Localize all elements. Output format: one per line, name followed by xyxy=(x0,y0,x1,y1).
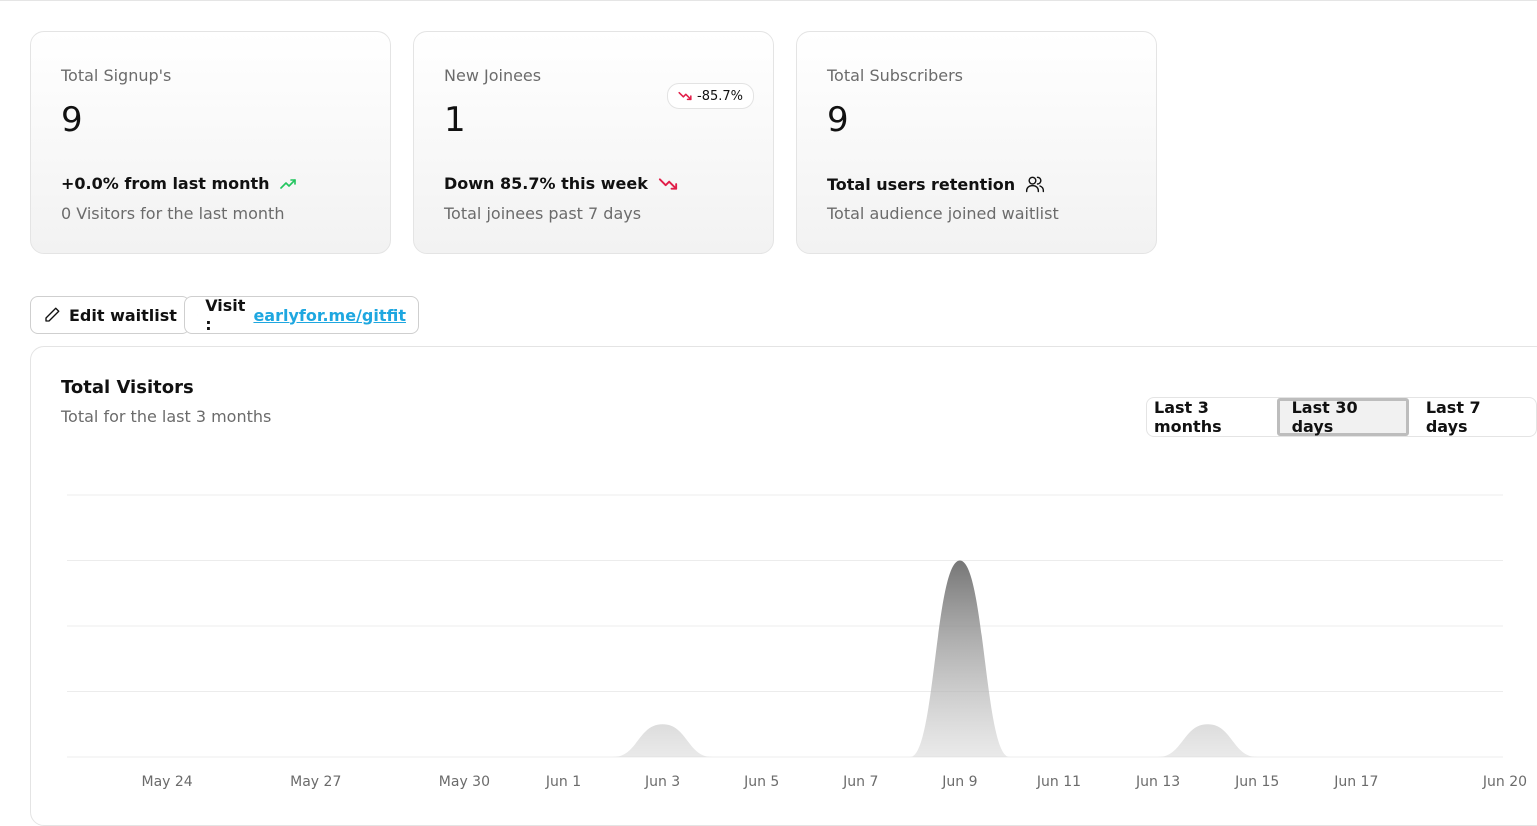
visitors-area-chart: May 24 May 27 May 30 Jun 1 Jun 3 Jun 5 Jun 7 Ju… xyxy=(0,0,1537,798)
x-tick-label: Jun 1 xyxy=(545,774,581,790)
x-tick-label: Jun 13 xyxy=(1135,774,1180,790)
x-tick-label: May 24 xyxy=(141,774,192,790)
x-tick-label: Jun 15 xyxy=(1234,774,1279,790)
x-tick-label: May 27 xyxy=(290,774,341,790)
x-tick-label: Jun 11 xyxy=(1036,774,1081,790)
x-tick-label: Jun 5 xyxy=(743,774,779,790)
x-tick-label: Jun 9 xyxy=(941,774,977,790)
x-tick-label: Jun 20 xyxy=(1482,774,1527,790)
x-tick-label: Jun 3 xyxy=(644,774,680,790)
x-tick-label: Jun 7 xyxy=(842,774,878,790)
area-series xyxy=(68,561,1505,758)
x-tick-label: May 30 xyxy=(439,774,490,790)
x-tick-label: Jun 17 xyxy=(1333,774,1378,790)
